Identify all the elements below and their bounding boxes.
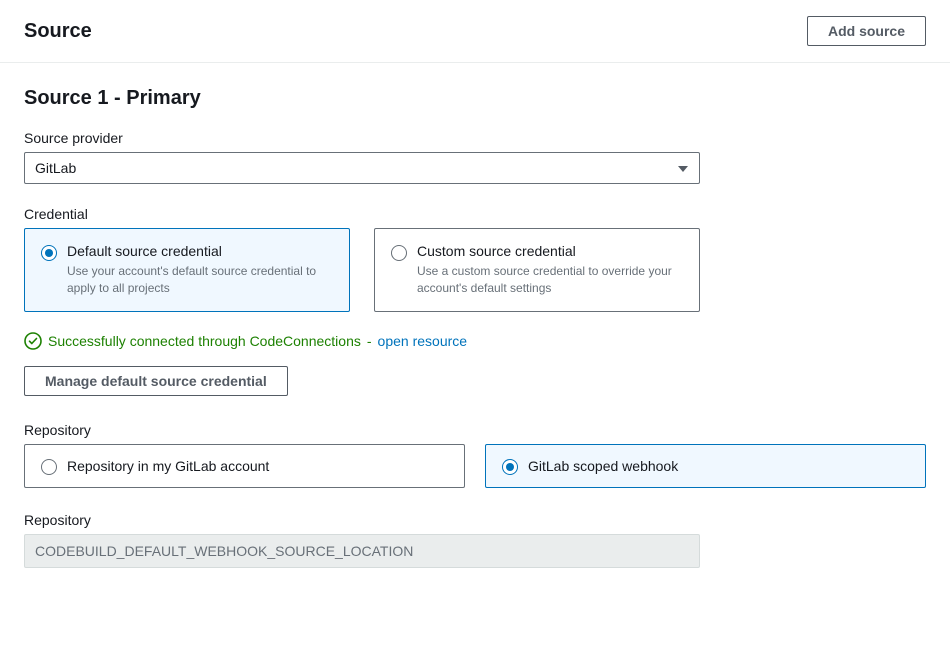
source-provider-select-wrap: GitLab — [24, 152, 700, 184]
repository-type-group: Repository in my GitLab account GitLab s… — [24, 444, 926, 488]
credential-option-custom[interactable]: Custom source credential Use a custom so… — [374, 228, 700, 312]
credential-option-default[interactable]: Default source credential Use your accou… — [24, 228, 350, 312]
credential-option-title: Custom source credential — [417, 243, 683, 259]
add-source-button[interactable]: Add source — [807, 16, 926, 46]
repository-option-label: Repository in my GitLab account — [67, 458, 269, 474]
section-title: Source 1 - Primary — [24, 87, 926, 110]
manage-credential-button[interactable]: Manage default source credential — [24, 366, 288, 396]
credential-option-desc: Use your account's default source creden… — [67, 263, 333, 297]
radio-icon — [391, 245, 407, 261]
success-check-icon — [24, 332, 42, 350]
repository-option-account[interactable]: Repository in my GitLab account — [24, 444, 465, 488]
radio-icon — [41, 245, 57, 261]
source-provider-select[interactable]: GitLab — [24, 152, 700, 184]
status-separator: - — [367, 333, 372, 349]
content-area: Source 1 - Primary Source provider GitLa… — [0, 63, 950, 592]
credential-option-title: Default source credential — [67, 243, 333, 259]
repository-option-label: GitLab scoped webhook — [528, 458, 678, 474]
radio-content: Default source credential Use your accou… — [67, 243, 333, 297]
credential-label: Credential — [24, 206, 926, 222]
source-provider-label: Source provider — [24, 130, 926, 146]
page-header: Source Add source — [0, 0, 950, 63]
repository-type-label: Repository — [24, 422, 926, 438]
credential-option-desc: Use a custom source credential to overri… — [417, 263, 683, 297]
radio-content: Custom source credential Use a custom so… — [417, 243, 683, 297]
open-resource-link[interactable]: open resource — [378, 333, 468, 349]
radio-icon — [41, 459, 57, 475]
status-text: Successfully connected through CodeConne… — [48, 333, 361, 349]
credential-radio-group: Default source credential Use your accou… — [24, 228, 926, 312]
repository-value-input — [24, 534, 700, 568]
radio-icon — [502, 459, 518, 475]
page-title: Source — [24, 20, 92, 43]
repository-value-label: Repository — [24, 512, 926, 528]
repository-option-webhook[interactable]: GitLab scoped webhook — [485, 444, 926, 488]
connection-status: Successfully connected through CodeConne… — [24, 332, 926, 350]
